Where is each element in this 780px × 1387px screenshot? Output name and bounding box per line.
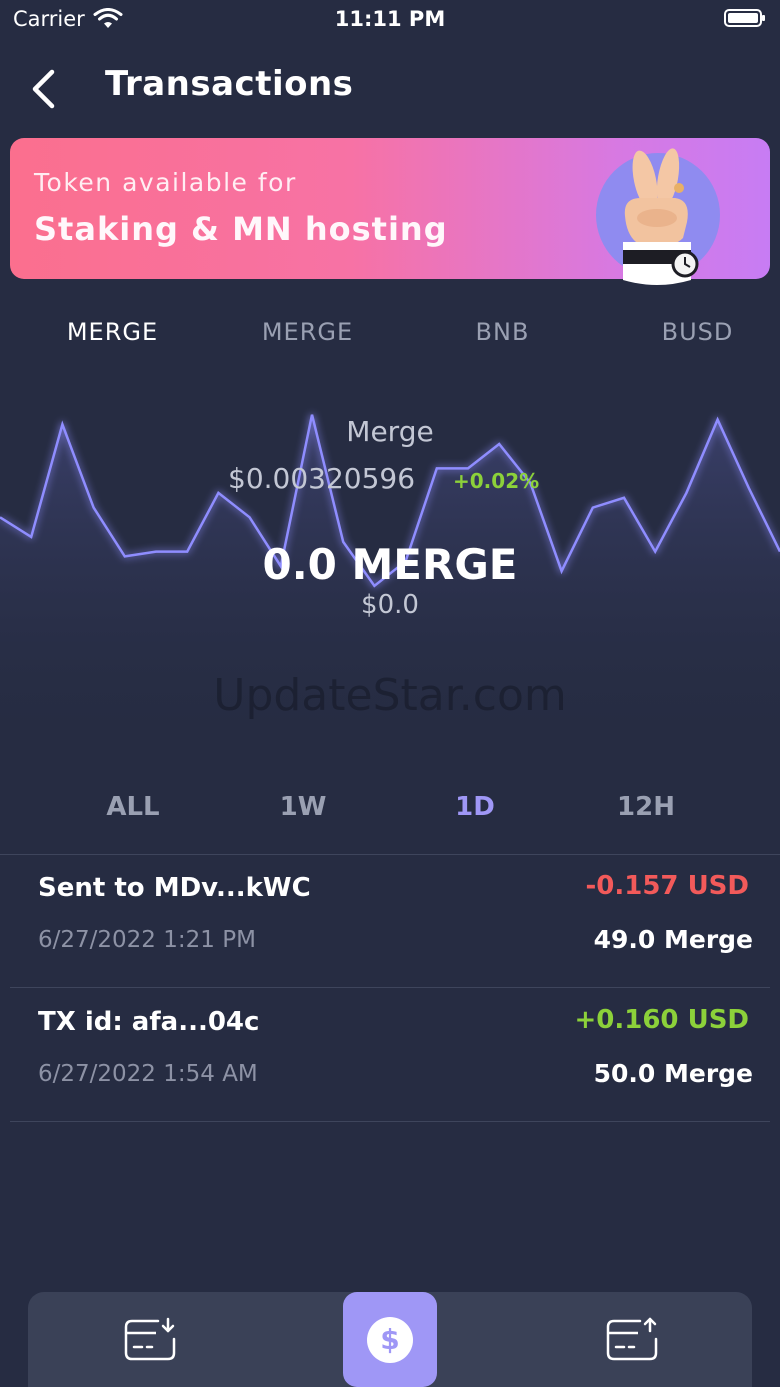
tab-bnb[interactable]: BNB: [405, 318, 600, 346]
range-1d[interactable]: 1D: [420, 792, 530, 822]
coin-price: $0.00320596: [228, 462, 416, 495]
tab-merge-1[interactable]: MERGE: [15, 318, 210, 346]
coin-name: Merge: [346, 415, 434, 448]
dollar-icon: $: [367, 1317, 413, 1363]
price-change: +0.02%: [453, 469, 540, 493]
promo-subtitle: Token available for: [34, 168, 297, 197]
transaction-usd: -0.157 USD: [585, 871, 749, 901]
divider: [10, 1121, 770, 1122]
balance-usd: $0.0: [361, 590, 419, 620]
transaction-date: 6/27/2022 1:54 AM: [38, 1061, 258, 1087]
chevron-left-icon: [32, 69, 55, 109]
range-all[interactable]: ALL: [78, 792, 188, 822]
send-icon: [606, 1317, 658, 1361]
transaction-title: Sent to MDv...kWC: [38, 873, 311, 903]
transaction-date: 6/27/2022 1:21 PM: [38, 927, 256, 953]
back-button[interactable]: [22, 64, 70, 114]
balance-button[interactable]: $: [343, 1292, 437, 1387]
promo-title: Staking & MN hosting: [34, 210, 448, 248]
transaction-row[interactable]: Sent to MDv...kWC 6/27/2022 1:21 PM -0.1…: [0, 855, 780, 987]
transaction-title: TX id: afa...04c: [38, 1007, 260, 1037]
balance-amount: 0.0 MERGE: [262, 540, 518, 589]
transaction-amount: 49.0 Merge: [593, 925, 753, 954]
range-12h[interactable]: 12H: [591, 792, 701, 822]
tab-merge-2[interactable]: MERGE: [210, 318, 405, 346]
tab-busd[interactable]: BUSD: [600, 318, 780, 346]
transaction-row[interactable]: TX id: afa...04c 6/27/2022 1:54 AM +0.16…: [0, 989, 780, 1121]
clock: 11:11 PM: [334, 7, 446, 31]
send-button[interactable]: [572, 1292, 692, 1387]
bottom-nav: $: [28, 1292, 752, 1387]
transaction-usd: +0.160 USD: [574, 1005, 750, 1035]
range-1w[interactable]: 1W: [248, 792, 358, 822]
svg-text:$: $: [380, 1323, 399, 1356]
page-title: Transactions: [105, 64, 354, 104]
divider: [10, 987, 770, 988]
status-bar: Carrier 11:11 PM: [0, 0, 780, 40]
promo-banner[interactable]: Token available for Staking & MN hosting: [10, 138, 770, 285]
watermark: UpdateStar.com: [213, 670, 567, 721]
battery-icon: [724, 9, 765, 27]
range-tabs: ALL 1W 1D 12H: [0, 792, 780, 832]
receive-icon: [124, 1317, 176, 1361]
receive-button[interactable]: [90, 1292, 210, 1387]
token-tabs: MERGE MERGE BNB BUSD: [0, 318, 780, 358]
transaction-amount: 50.0 Merge: [593, 1059, 753, 1088]
peace-hand-icon: [596, 148, 720, 285]
